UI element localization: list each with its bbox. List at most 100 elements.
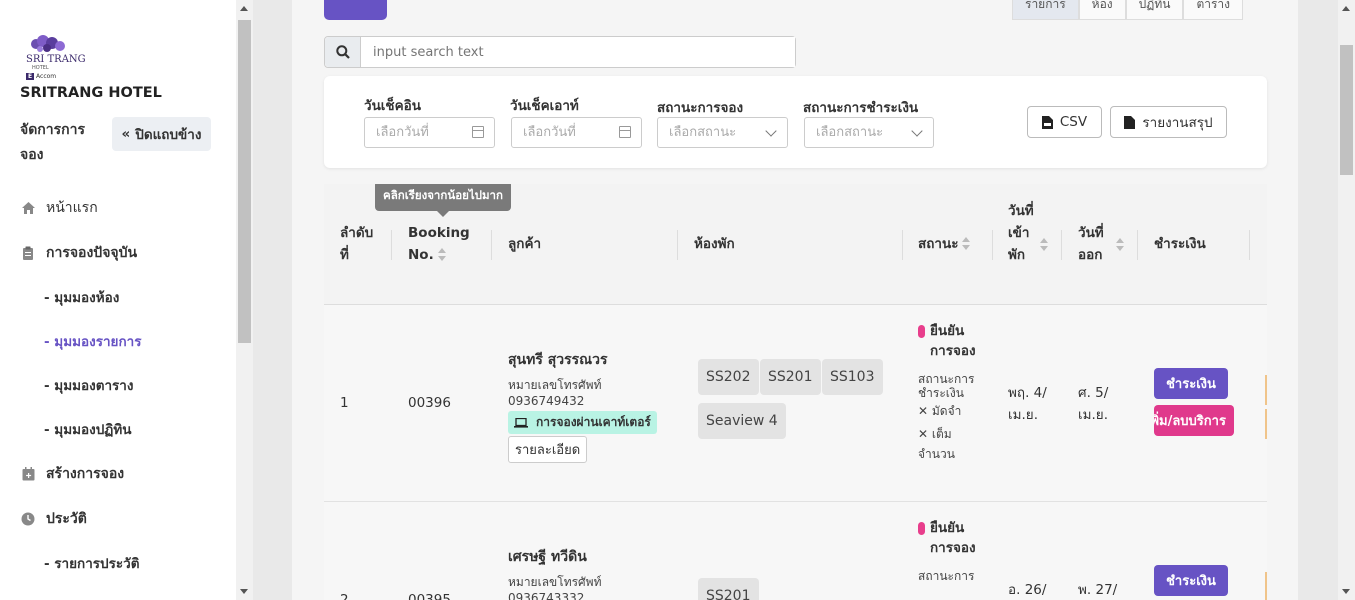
logo-text: SRI TRANG (26, 54, 86, 65)
row-booking-no: 00396 (408, 395, 451, 411)
clipboard-icon (20, 245, 36, 261)
header-status[interactable]: สถานะ (918, 233, 971, 255)
payment-status-label: สถานะการชำระเงิน (803, 100, 919, 116)
room-chip: SS201 (698, 578, 759, 600)
row-no: 1 (340, 395, 349, 411)
header-checkout[interactable]: วันที่ออก (1078, 222, 1114, 266)
header-booking-no[interactable]: Booking No. (408, 222, 470, 266)
calendar-icon (619, 126, 631, 138)
sort-icon[interactable] (962, 237, 971, 251)
add-remove-service-button[interactable]: เพิ่ม/ลบบริการ (1154, 405, 1234, 436)
tab-list[interactable]: รายการ (1012, 0, 1079, 20)
customer-name: สุนทรี สุวรรณวร (508, 352, 608, 368)
room-chip: SS103 (822, 359, 883, 395)
header-room: ห้องพัก (694, 236, 735, 252)
checkout-date: ศ. 5/ เม.ย. (1078, 385, 1109, 423)
scroll-up-arrow-icon[interactable] (1342, 6, 1350, 11)
chevron-down-icon (765, 125, 777, 137)
pay-button[interactable]: ชำระเงิน (1154, 368, 1228, 399)
room-chip: SS202 (698, 359, 759, 395)
tab-room[interactable]: ห้อง (1078, 0, 1126, 20)
csv-button[interactable]: CSV (1027, 106, 1102, 138)
phone-label: หมายเลขโทรศัพท์ (508, 575, 602, 589)
laptop-icon (514, 417, 528, 428)
search-icon[interactable] (325, 37, 361, 67)
collapse-sidebar-button[interactable]: « ปิดแถบข้าง (112, 117, 211, 151)
table-header: ลำดับที่ Booking No. ลูกค้า ห้องพัก สถาน… (324, 184, 1267, 305)
hotel-name: SRITRANG HOTEL (20, 85, 162, 101)
checkout-date: พ. 27/ (1078, 582, 1118, 598)
file-icon (1124, 115, 1136, 129)
sidebar-item-room-view[interactable]: - มุมมองห้อง (44, 286, 119, 308)
checkout-label: วันเช็คเอาท์ (510, 98, 579, 114)
table-row[interactable]: 1 00396 สุนทรี สุวรรณวร หมายเลขโทรศัพท์ … (324, 305, 1267, 502)
sidebar-item-list-view[interactable]: - มุมมองรายการ (44, 330, 141, 352)
sidebar-item-history-list[interactable]: - รายการประวัติ (44, 552, 139, 574)
double-chevron-left-icon: « (121, 126, 131, 142)
scroll-down-arrow-icon[interactable] (240, 589, 248, 594)
sidebar-item-table-view[interactable]: - มุมมองตาราง (44, 374, 133, 396)
phone-number: 0936749432 (508, 394, 585, 408)
chevron-down-icon (911, 125, 923, 137)
checkin-date: อ. 26/ (1008, 582, 1047, 598)
calendar-plus-icon (20, 466, 36, 482)
phone-number: 0936743332 (508, 591, 585, 600)
checkin-date-picker[interactable]: เลือกวันที่ (364, 117, 495, 148)
sidebar-item-history[interactable]: ประวัติ (20, 508, 87, 530)
sort-icon[interactable] (1040, 238, 1048, 252)
scrollbar-thumb[interactable] (238, 20, 251, 343)
checkin-label: วันเช็คอิน (364, 98, 421, 114)
sidebar: SRI TRANG HOTEL E Accom SRITRANG HOTEL จ… (0, 0, 236, 600)
tab-table[interactable]: ตาราง (1183, 0, 1244, 20)
header-no[interactable]: ลำดับที่ (340, 222, 380, 266)
sidebar-title: จัดการการจอง (20, 122, 86, 163)
pay-button[interactable]: ชำระเงิน (1154, 565, 1228, 596)
sidebar-item-create-booking[interactable]: สร้างการจอง (20, 463, 124, 485)
tab-calendar[interactable]: ปฏิทิน (1125, 0, 1184, 20)
payment-status-select[interactable]: เลือกสถานะ (804, 117, 934, 148)
bookings-table: ลำดับที่ Booking No. ลูกค้า ห้องพัก สถาน… (324, 184, 1267, 600)
booking-status: ยืนยันการจอง สถานะการ (918, 520, 976, 583)
filter-card: วันเช็คอิน เลือกวันที่ วันเช็คเอาท์ เลือ… (324, 76, 1267, 168)
calendar-icon (472, 126, 484, 138)
row-no: 2 (340, 592, 349, 600)
booking-status-select[interactable]: เลือกสถานะ (657, 117, 788, 148)
home-icon (20, 200, 36, 216)
sidebar-scrollbar[interactable] (236, 0, 253, 600)
customer-name: เศรษฐี ทวีดิน (508, 549, 587, 565)
search-bar (324, 36, 796, 68)
view-tabs: รายการ ห้อง ปฏิทิน ตาราง (1012, 0, 1244, 20)
checkout-date-picker[interactable]: เลือกวันที่ (511, 117, 642, 148)
file-csv-icon (1041, 115, 1053, 129)
top-action-button[interactable] (324, 0, 387, 20)
header-payment: ชำระเงิน (1154, 236, 1206, 252)
sort-icon[interactable] (1116, 238, 1124, 252)
header-checkin[interactable]: วันที่เข้าพัก (1008, 200, 1042, 266)
scroll-down-arrow-icon[interactable] (1342, 589, 1350, 594)
channel-badge: การจองผ่านเคาท์เตอร์ (508, 411, 657, 434)
hotel-logo: SRI TRANG HOTEL E Accom (24, 34, 94, 84)
phone-label: หมายเลขโทรศัพท์ (508, 378, 602, 392)
scrollbar-thumb[interactable] (1340, 45, 1353, 175)
sort-icon[interactable] (437, 248, 446, 262)
logo-tag: E Accom (26, 73, 57, 80)
search-input[interactable] (361, 37, 795, 67)
room-chip: Seaview 4 (698, 403, 786, 439)
sidebar-item-calendar-view[interactable]: - มุมมองปฏิทิน (44, 418, 131, 440)
sidebar-item-current-bookings[interactable]: การจองปัจจุบัน (20, 242, 137, 264)
row-booking-no: 00395 (408, 592, 451, 600)
booking-status-label: สถานะการจอง (657, 100, 744, 116)
detail-button[interactable]: รายละเอียด (508, 436, 588, 463)
header-customer: ลูกค้า (508, 236, 542, 252)
checkin-date: พฤ. 4/ เม.ย. (1008, 385, 1047, 423)
main-scrollbar[interactable] (1338, 0, 1355, 600)
booking-status: ยืนยันการจอง สถานะการชำระเงิน ✕ มัดจำ ✕ … (918, 323, 976, 461)
room-chip: SS201 (760, 359, 821, 395)
clock-icon (20, 511, 36, 527)
sidebar-item-home[interactable]: หน้าแรก (20, 197, 98, 219)
orchid-logo-icon (31, 35, 65, 52)
sort-tooltip: คลิกเรียงจากน้อยไปมาก (375, 184, 511, 217)
summary-report-button[interactable]: รายงานสรุป (1110, 106, 1227, 138)
table-row[interactable]: 2 00395 เศรษฐี ทวีดิน หมายเลขโทรศัพท์ 09… (324, 502, 1267, 600)
scroll-up-arrow-icon[interactable] (240, 6, 248, 11)
